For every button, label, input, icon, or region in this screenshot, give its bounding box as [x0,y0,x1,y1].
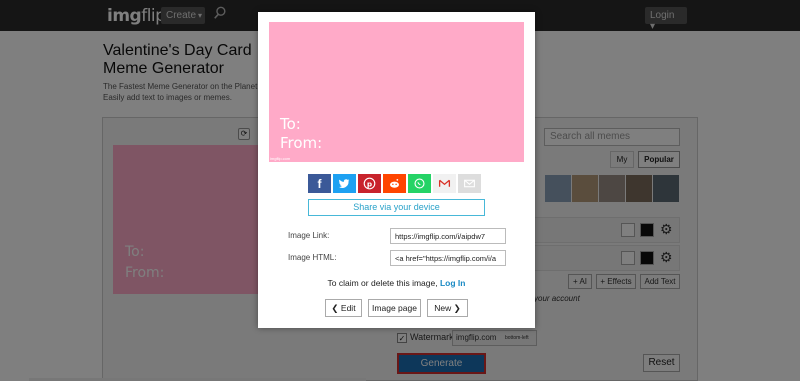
image-page-button[interactable]: Image page [368,299,421,317]
card-watermark: imgflip.com [270,156,291,161]
pinterest-icon[interactable]: p [358,174,381,193]
image-html-label: Image HTML: [288,253,337,262]
share-via-device-button[interactable]: Share via your device [308,199,485,216]
claim-message: To claim or delete this image, Log In [258,278,535,288]
new-button[interactable]: New ❯ [427,299,468,317]
image-link-label: Image Link: [288,231,330,240]
chevron-left-icon: ❮ [331,303,341,313]
login-link[interactable]: Log In [440,278,466,288]
share-buttons: f p [308,174,483,193]
email-icon[interactable] [458,174,481,193]
image-html-field[interactable]: <a href="https://imgflip.com/i/a [390,250,506,266]
whatsapp-icon[interactable] [408,174,431,193]
card-to-text: To: [280,115,301,133]
generated-meme-image: To: From: imgflip.com [269,22,524,162]
facebook-icon[interactable]: f [308,174,331,193]
image-link-field[interactable]: https://imgflip.com/i/aipdw7 [390,228,506,244]
edit-button[interactable]: ❮ Edit [325,299,362,317]
gmail-icon[interactable] [433,174,456,193]
share-modal: To: From: imgflip.com f p Share via your… [258,12,535,328]
claim-text: To claim or delete this image, [327,278,438,288]
twitter-icon[interactable] [333,174,356,193]
card-from-text: From: [280,134,323,152]
reddit-icon[interactable] [383,174,406,193]
svg-text:p: p [367,179,372,188]
chevron-right-icon: ❯ [451,303,461,313]
